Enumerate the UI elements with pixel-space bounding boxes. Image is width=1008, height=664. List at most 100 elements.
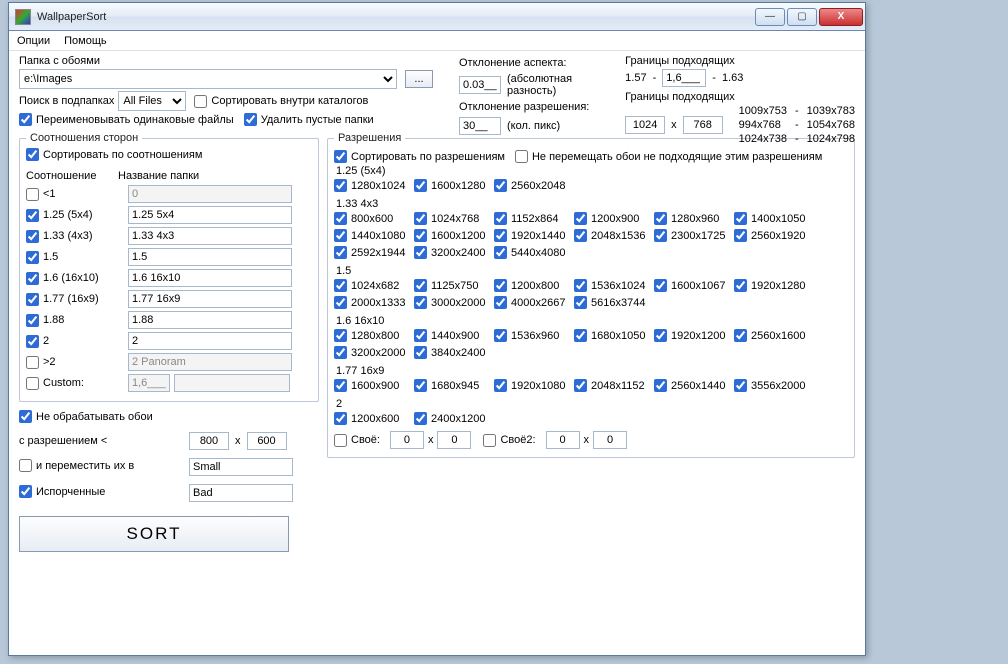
res-checkbox[interactable]: 1200x600	[334, 412, 408, 425]
rename-dup-checkbox[interactable]: Переименовывать одинаковые файлы	[19, 113, 234, 126]
res-checkbox[interactable]: 2560x2048	[494, 179, 568, 192]
small-w-input[interactable]	[189, 432, 229, 450]
res-checkbox[interactable]: 1600x1067	[654, 279, 728, 292]
res-checkbox[interactable]: 1680x1050	[574, 329, 648, 342]
sort-button[interactable]: SORT	[19, 516, 289, 552]
app-window: WallpaperSort — ▢ X Опции Помощь Папка с…	[8, 2, 866, 656]
bounds-b-input[interactable]	[662, 69, 706, 87]
no-move-unfit-checkbox[interactable]: Не перемещать обои не подходящие этим ра…	[515, 150, 822, 163]
filetype-combo[interactable]: All Files	[118, 91, 186, 111]
minimize-button[interactable]: —	[755, 8, 785, 26]
res-checkbox[interactable]: 1536x1024	[574, 279, 648, 292]
ratio-checkbox-6[interactable]: 1.88	[26, 314, 118, 327]
sort-inside-checkbox[interactable]: Сортировать внутри каталогов	[194, 95, 368, 108]
res-checkbox[interactable]: 1400x1050	[734, 212, 808, 225]
res-checkbox[interactable]: 2048x1536	[574, 229, 648, 242]
ratio-checkbox-9[interactable]: Custom:	[26, 377, 118, 390]
res-checkbox[interactable]: 800x600	[334, 212, 408, 225]
res-checkbox[interactable]: 1280x960	[654, 212, 728, 225]
res-checkbox[interactable]: 1536x960	[494, 329, 568, 342]
res-checkbox[interactable]: 1920x1200	[654, 329, 728, 342]
ratio-checkbox-1[interactable]: 1.25 (5x4)	[26, 209, 118, 222]
res-checkbox[interactable]: 3000x2000	[414, 296, 488, 309]
res-checkbox[interactable]: 1920x1280	[734, 279, 808, 292]
ratio-checkbox-0[interactable]: <1	[26, 188, 118, 201]
ratio-checkbox-7[interactable]: 2	[26, 335, 118, 348]
res-checkbox[interactable]: 1680x945	[414, 379, 488, 392]
ratio-name-input-8[interactable]	[128, 353, 292, 371]
res-checkbox[interactable]: 1440x900	[414, 329, 488, 342]
noproc-checkbox[interactable]: Не обрабатывать обои	[19, 410, 153, 423]
res-checkbox[interactable]: 1200x800	[494, 279, 568, 292]
res-checkbox[interactable]: 2560x1440	[654, 379, 728, 392]
res-checkbox[interactable]: 2400x1200	[414, 412, 488, 425]
res-checkbox[interactable]: 3200x2000	[334, 346, 408, 359]
res-checkbox[interactable]: 1440x1080	[334, 229, 408, 242]
res-checkbox[interactable]: 4000x2667	[494, 296, 568, 309]
res-checkbox[interactable]: 3840x2400	[414, 346, 488, 359]
ratio-name-input-0[interactable]	[128, 185, 292, 203]
ratio-checkbox-4[interactable]: 1.6 (16x10)	[26, 272, 118, 285]
ratio-name-input-4[interactable]	[128, 269, 292, 287]
delete-empty-checkbox[interactable]: Удалить пустые папки	[244, 113, 374, 126]
ratio-name-input-5[interactable]	[128, 290, 292, 308]
res-group-header: 1.5	[336, 265, 848, 277]
res-checkbox[interactable]: 1024x682	[334, 279, 408, 292]
browse-button[interactable]: ...	[405, 70, 433, 88]
custom-res1-checkbox[interactable]: Своё:	[334, 434, 380, 447]
small-h-input[interactable]	[247, 432, 287, 450]
custom-res2-h[interactable]	[593, 431, 627, 449]
sort-by-ratio-checkbox[interactable]: Сортировать по соотношениям	[26, 148, 202, 161]
ratio-name-input-2[interactable]	[128, 227, 292, 245]
res-checkbox[interactable]: 1920x1080	[494, 379, 568, 392]
ratio-checkbox-8[interactable]: >2	[26, 356, 118, 369]
move-small-checkbox[interactable]: и переместить их в	[19, 459, 134, 472]
res-checkbox[interactable]: 1024x768	[414, 212, 488, 225]
custom-res1-w[interactable]	[390, 431, 424, 449]
close-button[interactable]: X	[819, 8, 863, 26]
aspect-dev-input[interactable]	[459, 76, 501, 94]
res-checkbox[interactable]: 2300x1725	[654, 229, 728, 242]
ratio-name-input-6[interactable]	[128, 311, 292, 329]
res-checkbox[interactable]: 1125x750	[414, 279, 488, 292]
ratio-name-input-9[interactable]	[128, 374, 170, 392]
ratio-checkbox-2[interactable]: 1.33 (4x3)	[26, 230, 118, 243]
small-dir-input[interactable]	[189, 458, 293, 476]
maximize-button[interactable]: ▢	[787, 8, 817, 26]
custom-res2-checkbox[interactable]: Своё2:	[483, 434, 535, 447]
folder-combo[interactable]: e:\Images	[19, 69, 397, 89]
res-checkbox[interactable]: 2000x1333	[334, 296, 408, 309]
ratio-name-input-1[interactable]	[128, 206, 292, 224]
bounds-h-input[interactable]	[683, 116, 723, 134]
res-checkbox[interactable]: 2048x1152	[574, 379, 648, 392]
ratio-checkbox-5[interactable]: 1.77 (16x9)	[26, 293, 118, 306]
custom-res2-w[interactable]	[546, 431, 580, 449]
res-checkbox[interactable]: 1280x800	[334, 329, 408, 342]
res-checkbox[interactable]: 1920x1440	[494, 229, 568, 242]
res-checkbox[interactable]: 1152x864	[494, 212, 568, 225]
res-checkbox[interactable]: 2592x1944	[334, 246, 408, 259]
sort-by-res-checkbox[interactable]: Сортировать по разрешениям	[334, 150, 505, 163]
ratio-name-input-7[interactable]	[128, 332, 292, 350]
res-checkbox[interactable]: 3200x2400	[414, 246, 488, 259]
res-checkbox[interactable]: 5440x4080	[494, 246, 568, 259]
broken-dir-input[interactable]	[189, 484, 293, 502]
ratio-checkbox-3[interactable]: 1.5	[26, 251, 118, 264]
res-checkbox[interactable]: 5616x3744	[574, 296, 648, 309]
res-checkbox[interactable]: 1280x1024	[334, 179, 408, 192]
custom-res1-h[interactable]	[437, 431, 471, 449]
ratio-name-input-3[interactable]	[128, 248, 292, 266]
res-checkbox[interactable]: 2560x1920	[734, 229, 808, 242]
menu-options[interactable]: Опции	[17, 35, 50, 47]
res-checkbox[interactable]: 1600x1200	[414, 229, 488, 242]
ratio-custom-extra[interactable]	[174, 374, 290, 392]
broken-checkbox[interactable]: Испорченные	[19, 485, 105, 498]
bounds-w-input[interactable]	[625, 116, 665, 134]
res-checkbox[interactable]: 2560x1600	[734, 329, 808, 342]
res-checkbox[interactable]: 3556x2000	[734, 379, 808, 392]
res-checkbox[interactable]: 1600x1280	[414, 179, 488, 192]
res-checkbox[interactable]: 1200x900	[574, 212, 648, 225]
res-checkbox[interactable]: 1600x900	[334, 379, 408, 392]
menu-help[interactable]: Помощь	[64, 35, 107, 47]
res-dev-input[interactable]	[459, 117, 501, 135]
